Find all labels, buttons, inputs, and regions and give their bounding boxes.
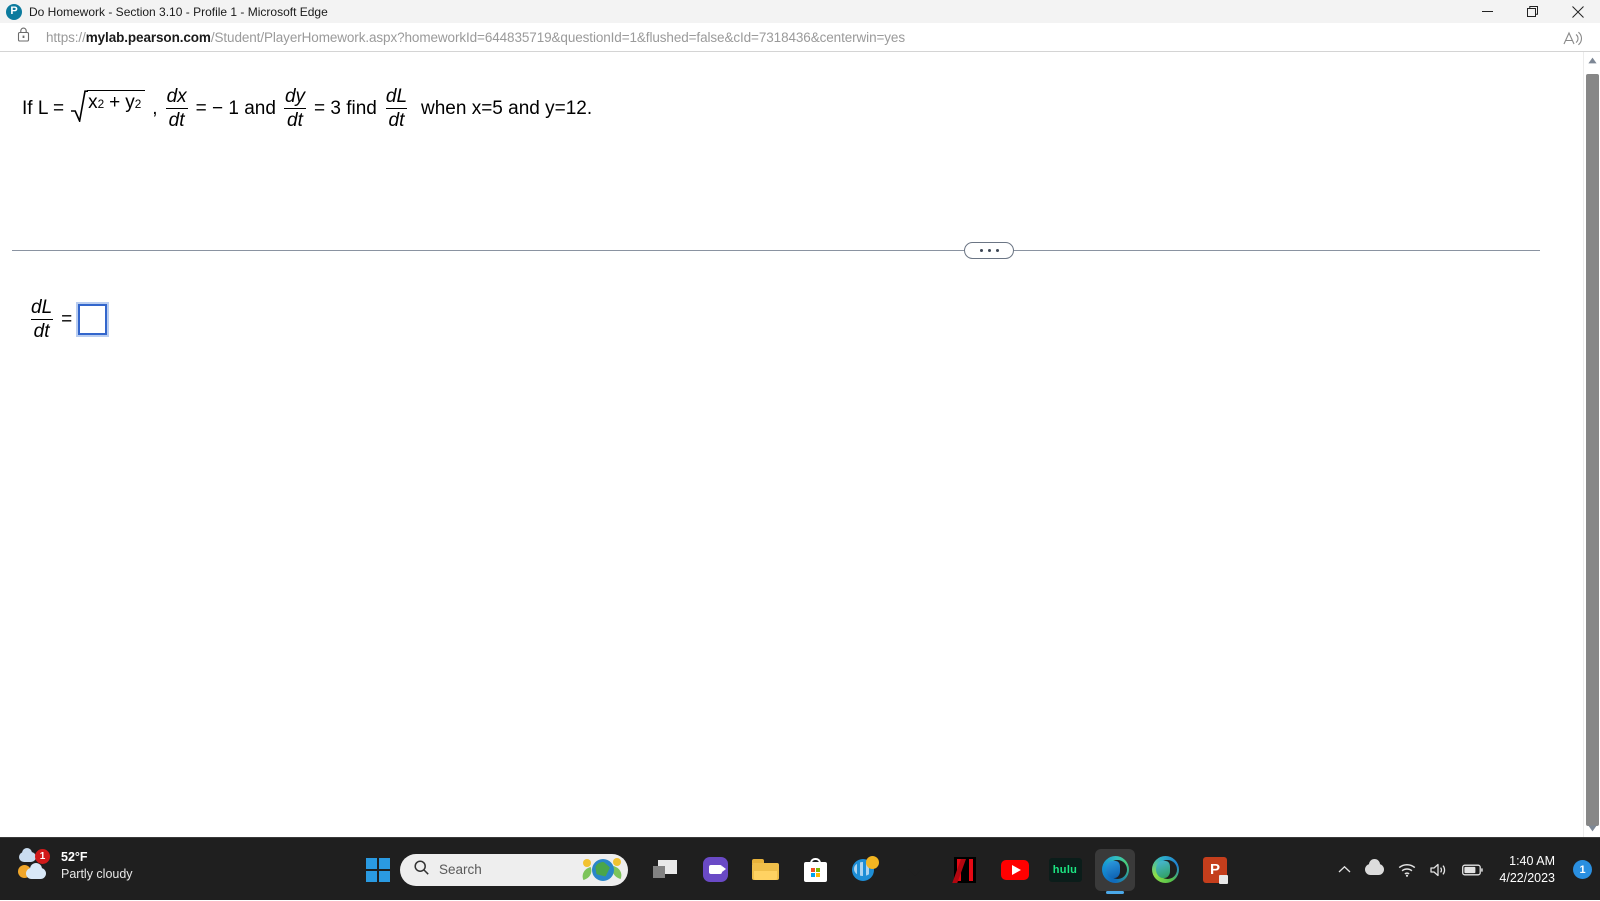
clock-date: 4/22/2023 bbox=[1499, 870, 1555, 887]
hulu-icon: hulu bbox=[1049, 858, 1082, 882]
notification-badge[interactable]: 1 bbox=[1573, 860, 1592, 879]
fraction-denominator: dt bbox=[31, 319, 53, 342]
dot bbox=[980, 249, 983, 252]
youtube-icon bbox=[1001, 860, 1029, 880]
plus-sign: + bbox=[109, 92, 120, 114]
volume-icon[interactable] bbox=[1430, 863, 1448, 877]
wifi-icon[interactable] bbox=[1398, 863, 1416, 877]
comma: , bbox=[152, 98, 157, 120]
fraction-dx-dt: dx dt bbox=[164, 86, 190, 132]
battery-icon[interactable] bbox=[1462, 864, 1483, 876]
radicand: x2 + y2 bbox=[87, 90, 145, 128]
microsoft-edge-icon bbox=[1102, 856, 1129, 883]
page-scrollbar[interactable] bbox=[1583, 52, 1600, 837]
taskbar-app-teams[interactable] bbox=[695, 849, 735, 891]
restore-button[interactable] bbox=[1510, 0, 1555, 23]
address-bar-url[interactable]: https://mylab.pearson.com/Student/Player… bbox=[46, 30, 905, 45]
dot bbox=[996, 249, 999, 252]
fraction-numerator: dy bbox=[282, 86, 308, 108]
system-tray: 1:40 AM 4/22/2023 1 bbox=[1338, 838, 1592, 901]
edge-dev-icon bbox=[1152, 856, 1179, 883]
answer-fraction-dL-dt: dL dt bbox=[28, 297, 55, 343]
window-title: Do Homework - Section 3.10 - Profile 1 -… bbox=[29, 5, 328, 19]
file-explorer-icon bbox=[752, 859, 779, 880]
answer-equals-sign: = bbox=[61, 309, 72, 331]
weather-widget[interactable]: 1 52°F Partly cloudy bbox=[18, 849, 133, 883]
weather-condition: Partly cloudy bbox=[61, 866, 133, 883]
weather-badge-count: 1 bbox=[35, 849, 50, 864]
url-host: mylab.pearson.com bbox=[86, 30, 211, 45]
taskbar-app-task-view[interactable] bbox=[645, 849, 685, 891]
window-controls bbox=[1465, 0, 1600, 23]
taskbar-search-box[interactable]: Search bbox=[400, 854, 628, 886]
fraction-numerator: dx bbox=[164, 86, 190, 108]
earth-day-icon bbox=[580, 856, 624, 884]
homework-page-content: If L = x2 + y2 , dx dt = − 1 and dy dt =… bbox=[0, 52, 1600, 837]
scroll-up-arrow[interactable] bbox=[1584, 52, 1600, 69]
taskbar-app-microsoft-edge[interactable] bbox=[1095, 849, 1135, 891]
equation-part-1: = − 1 and bbox=[196, 98, 276, 120]
problem-lead: If L = bbox=[22, 98, 64, 120]
three-dots-handle[interactable] bbox=[964, 242, 1014, 259]
radicand-x: x bbox=[88, 92, 98, 114]
windows-taskbar: 1 52°F Partly cloudy Search bbox=[0, 837, 1600, 900]
microsoft-store-icon bbox=[804, 858, 827, 882]
problem-tail: when x=5 and y=12. bbox=[421, 98, 592, 120]
fraction-numerator: dL bbox=[28, 297, 55, 319]
search-icon bbox=[414, 860, 429, 880]
taskbar-app-youtube[interactable] bbox=[995, 849, 1035, 891]
pearson-p-icon: P bbox=[6, 4, 22, 20]
problem-statement: If L = x2 + y2 , dx dt = − 1 and dy dt =… bbox=[22, 86, 592, 132]
taskbar-app-microsoft-store[interactable] bbox=[795, 849, 835, 891]
taskbar-app-hulu[interactable]: hulu bbox=[1045, 849, 1085, 891]
search-input-placeholder: Search bbox=[439, 862, 482, 877]
onedrive-cloud-icon[interactable] bbox=[1365, 864, 1384, 875]
fraction-dL-dt: dL dt bbox=[383, 86, 410, 132]
radicand-y: y bbox=[125, 92, 135, 114]
window-titlebar: P Do Homework - Section 3.10 - Profile 1… bbox=[0, 0, 1600, 23]
dot bbox=[988, 249, 991, 252]
taskbar-app-powerpoint[interactable]: P bbox=[1195, 849, 1235, 891]
taskbar-app-edge-dev[interactable] bbox=[1145, 849, 1185, 891]
fraction-numerator: dL bbox=[383, 86, 410, 108]
weather-temperature: 52°F bbox=[61, 849, 133, 866]
minimize-button[interactable] bbox=[1465, 0, 1510, 23]
answer-row: dL dt = bbox=[22, 297, 107, 343]
fraction-denominator: dt bbox=[284, 108, 306, 131]
read-aloud-icon[interactable] bbox=[1558, 27, 1586, 49]
globe-icon bbox=[852, 857, 878, 883]
taskbar-app-globe[interactable] bbox=[845, 849, 885, 891]
pane-splitter bbox=[12, 250, 1540, 251]
taskbar-app-mcafee[interactable] bbox=[895, 849, 935, 891]
radical-sign bbox=[71, 90, 88, 128]
fraction-dy-dt: dy dt bbox=[282, 86, 308, 132]
clock-time: 1:40 AM bbox=[1499, 853, 1555, 870]
url-path: /Student/PlayerHomework.aspx?homeworkId=… bbox=[211, 30, 905, 45]
taskbar-app-netflix[interactable] bbox=[945, 849, 985, 891]
equation-part-2: = 3 find bbox=[314, 98, 377, 120]
weather-text: 52°F Partly cloudy bbox=[61, 849, 133, 883]
teams-icon bbox=[703, 857, 728, 882]
browser-address-bar[interactable]: https://mylab.pearson.com/Student/Player… bbox=[0, 23, 1600, 52]
chevron-up-icon[interactable] bbox=[1338, 865, 1351, 874]
taskbar-app-file-explorer[interactable] bbox=[745, 849, 785, 891]
url-scheme: https:// bbox=[46, 30, 86, 45]
fraction-denominator: dt bbox=[166, 108, 188, 131]
mcafee-shield-icon bbox=[904, 857, 926, 882]
windows-start-icon[interactable] bbox=[365, 857, 391, 883]
square-root-expression: x2 + y2 bbox=[71, 90, 145, 128]
scroll-thumb[interactable] bbox=[1586, 74, 1599, 826]
partly-cloudy-icon: 1 bbox=[18, 851, 52, 881]
fraction-denominator: dt bbox=[386, 108, 408, 131]
scroll-down-arrow[interactable] bbox=[1584, 820, 1600, 837]
answer-input[interactable] bbox=[78, 304, 107, 335]
lock-icon[interactable] bbox=[17, 27, 30, 47]
taskbar-center-cluster: Search bbox=[365, 838, 1235, 901]
netflix-icon bbox=[954, 857, 976, 883]
task-view-icon bbox=[653, 860, 677, 880]
taskbar-app-icons: hulu P bbox=[645, 849, 1235, 891]
taskbar-clock[interactable]: 1:40 AM 4/22/2023 bbox=[1499, 853, 1555, 887]
close-button[interactable] bbox=[1555, 0, 1600, 23]
powerpoint-icon: P bbox=[1203, 857, 1227, 883]
